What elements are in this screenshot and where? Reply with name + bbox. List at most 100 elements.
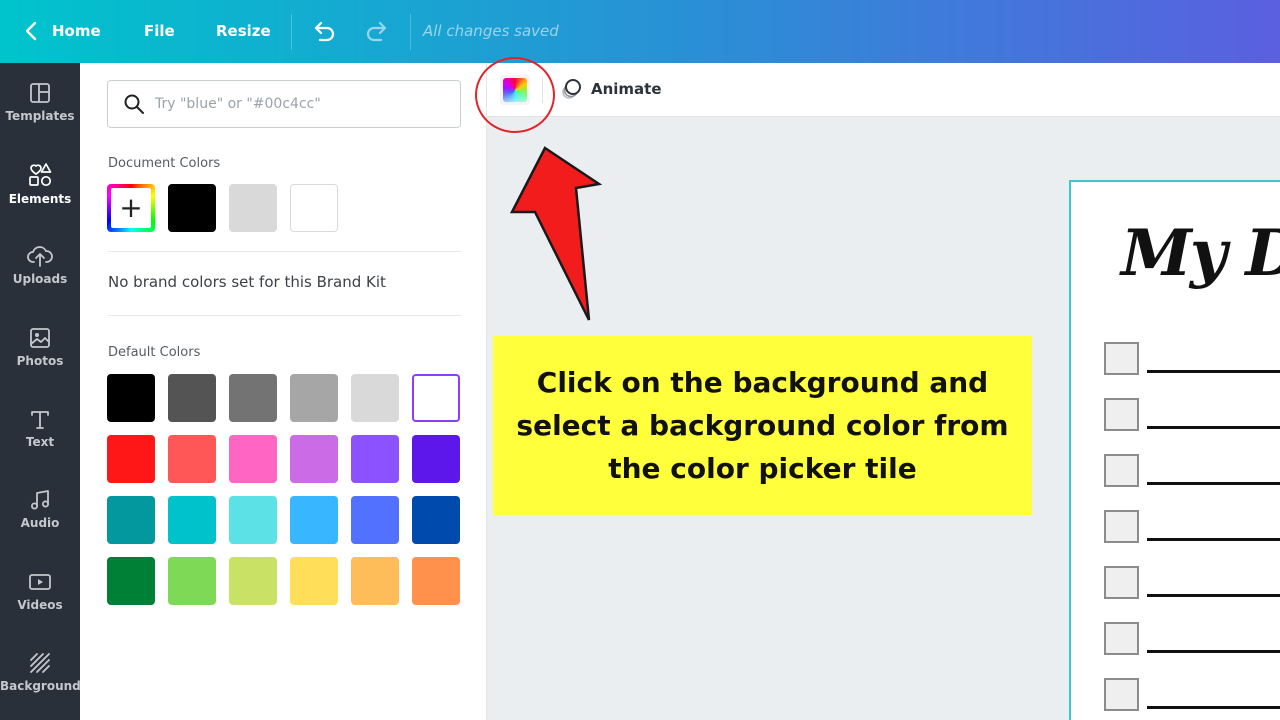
- topbar-divider: [291, 14, 292, 50]
- sidebar-item-label: Uploads: [12, 272, 68, 286]
- section-divider: [108, 315, 461, 316]
- sidebar-item-background[interactable]: Background: [0, 651, 81, 720]
- checklist-line: [1147, 538, 1280, 541]
- home-button[interactable]: Home: [22, 19, 101, 43]
- photos-icon: [30, 328, 50, 348]
- left-sidebar: Templates Elements Uploads Photos Text A…: [0, 63, 81, 720]
- checklist-line: [1147, 706, 1280, 709]
- sidebar-item-label: Elements: [8, 192, 72, 206]
- color-search-box[interactable]: [107, 80, 461, 128]
- sidebar-item-label: Photos: [16, 354, 64, 368]
- default-color-swatch[interactable]: [107, 557, 155, 605]
- default-color-swatch[interactable]: [229, 496, 277, 544]
- toolbar-divider: [542, 77, 543, 103]
- add-document-color-button[interactable]: +: [107, 184, 155, 232]
- section-divider: [108, 251, 461, 252]
- sidebar-item-label: Audio: [20, 516, 60, 530]
- instruction-callout: Click on the background and select a bac…: [493, 336, 1032, 515]
- default-color-swatch[interactable]: [412, 557, 460, 605]
- default-colors-title: Default Colors: [108, 345, 201, 360]
- sidebar-item-label: Templates: [5, 109, 75, 123]
- sidebar-item-elements[interactable]: Elements: [0, 162, 80, 232]
- callout-text: Click on the background and select a bac…: [516, 366, 1009, 485]
- default-color-swatch[interactable]: [290, 557, 338, 605]
- uploads-icon: [27, 246, 53, 267]
- checkbox: [1104, 342, 1139, 375]
- videos-icon: [29, 574, 51, 590]
- default-color-swatch[interactable]: [107, 496, 155, 544]
- default-color-swatch[interactable]: [412, 496, 460, 544]
- default-color-swatch[interactable]: [229, 374, 277, 422]
- checkbox: [1104, 566, 1139, 599]
- default-color-swatch[interactable]: [290, 496, 338, 544]
- file-menu-button[interactable]: File: [144, 22, 175, 40]
- checkbox: [1104, 510, 1139, 543]
- checkbox: [1104, 622, 1139, 655]
- sidebar-item-templates[interactable]: Templates: [0, 81, 80, 151]
- checklist-line: [1147, 482, 1280, 485]
- default-color-swatch[interactable]: [290, 435, 338, 483]
- search-icon: [124, 94, 144, 114]
- animate-button[interactable]: Animate: [559, 77, 662, 101]
- sidebar-item-uploads[interactable]: Uploads: [0, 244, 80, 314]
- default-color-swatch[interactable]: [351, 435, 399, 483]
- design-page[interactable]: My Da: [1069, 180, 1280, 720]
- default-color-swatch[interactable]: [107, 374, 155, 422]
- chevron-left-icon: [25, 21, 37, 41]
- color-panel: Document Colors + No brand colors set fo…: [80, 63, 487, 720]
- sidebar-item-videos[interactable]: Videos: [0, 570, 80, 640]
- text-icon: [31, 411, 49, 429]
- default-color-swatch[interactable]: [229, 557, 277, 605]
- default-color-swatch[interactable]: [168, 435, 216, 483]
- default-color-swatch[interactable]: [107, 435, 155, 483]
- default-color-swatch[interactable]: [351, 557, 399, 605]
- checkbox: [1104, 454, 1139, 487]
- checklist-line: [1147, 594, 1280, 597]
- default-color-swatch[interactable]: [351, 374, 399, 422]
- sidebar-item-label: Text: [25, 435, 55, 449]
- plus-icon: +: [111, 188, 151, 228]
- rainbow-swatch-icon: [503, 78, 527, 102]
- document-color-swatch[interactable]: [290, 184, 338, 232]
- redo-icon[interactable]: [363, 18, 391, 46]
- checklist-line: [1147, 370, 1280, 373]
- checkbox: [1104, 678, 1139, 711]
- save-status: All changes saved: [423, 22, 559, 40]
- color-search-input[interactable]: [155, 96, 445, 112]
- animate-label: Animate: [591, 80, 662, 98]
- default-color-swatch[interactable]: [168, 374, 216, 422]
- color-picker-tile[interactable]: [500, 75, 530, 105]
- animate-icon: [562, 79, 581, 99]
- default-color-swatch[interactable]: [290, 374, 338, 422]
- checklist-line: [1147, 426, 1280, 429]
- resize-button[interactable]: Resize: [216, 22, 271, 40]
- page-title: My Da: [1121, 216, 1280, 291]
- sidebar-item-text[interactable]: Text: [0, 407, 80, 477]
- checklist-line: [1147, 650, 1280, 653]
- default-color-swatch[interactable]: [412, 374, 460, 422]
- default-color-swatch[interactable]: [229, 435, 277, 483]
- default-color-swatch[interactable]: [168, 557, 216, 605]
- sidebar-item-label: Background: [0, 679, 81, 693]
- context-toolbar: Animate: [487, 63, 1280, 117]
- topbar-divider: [410, 14, 411, 50]
- default-color-swatch[interactable]: [168, 496, 216, 544]
- sidebar-item-photos[interactable]: Photos: [0, 326, 80, 396]
- resize-label: Resize: [216, 22, 271, 40]
- undo-icon[interactable]: [310, 18, 338, 46]
- home-label: Home: [52, 22, 101, 40]
- audio-icon: [31, 490, 49, 510]
- checkbox: [1104, 398, 1139, 431]
- elements-icon: [29, 163, 52, 187]
- file-label: File: [144, 22, 175, 40]
- brand-colors-note: No brand colors set for this Brand Kit: [108, 273, 386, 291]
- background-icon: [30, 653, 50, 673]
- red-arrow-icon: [509, 146, 602, 321]
- sidebar-item-label: Videos: [17, 598, 63, 612]
- default-color-swatch[interactable]: [412, 435, 460, 483]
- document-color-swatch[interactable]: [229, 184, 277, 232]
- sidebar-item-audio[interactable]: Audio: [0, 488, 80, 558]
- document-colors-title: Document Colors: [108, 156, 221, 171]
- default-color-swatch[interactable]: [351, 496, 399, 544]
- document-color-swatch[interactable]: [168, 184, 216, 232]
